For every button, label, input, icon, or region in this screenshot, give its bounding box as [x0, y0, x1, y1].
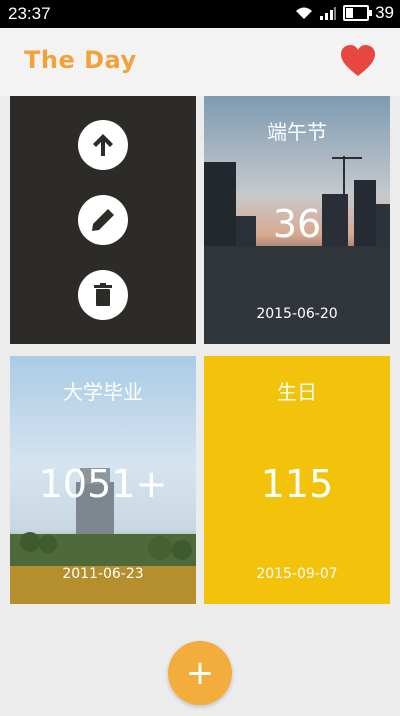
card-title: 生日: [277, 380, 317, 404]
app-bar: The Day: [0, 28, 400, 96]
day-card-birthday[interactable]: 生日 115 2015-09-07: [204, 356, 390, 604]
status-time: 23:37: [8, 4, 51, 23]
day-card-actions[interactable]: [10, 96, 196, 344]
card-title: 端午节: [267, 120, 327, 144]
edit-button[interactable]: [78, 195, 128, 245]
delete-icon: [94, 283, 112, 306]
favorite-button[interactable]: [340, 44, 376, 78]
wifi-icon: [296, 7, 313, 19]
battery-level: 39: [375, 3, 394, 22]
card-day-count: 115: [260, 462, 334, 506]
battery-icon: [343, 5, 373, 21]
card-date: 2015-06-20: [256, 306, 338, 322]
signal-icon: [320, 7, 337, 20]
card-day-count: 1051+: [38, 462, 168, 506]
card-date: 2011-06-23: [62, 566, 144, 582]
day-card-dragon-boat[interactable]: 端午节 36 2015-06-20: [204, 96, 390, 344]
add-day-button[interactable]: +: [168, 641, 232, 705]
app-title: The Day: [24, 46, 137, 74]
delete-button[interactable]: [78, 270, 128, 320]
status-bar: 23:37 39: [0, 0, 400, 28]
card-title: 大学毕业: [63, 380, 143, 404]
day-card-graduation[interactable]: 大学毕业 1051+ 2011-06-23: [10, 356, 196, 604]
heart-icon: [341, 45, 375, 76]
status-icons: 39: [295, 3, 394, 23]
edit-icon: [92, 209, 114, 231]
move-up-button[interactable]: [78, 120, 128, 170]
card-date: 2015-09-07: [256, 566, 338, 582]
upload-icon: [93, 134, 113, 156]
card-day-count: 36: [272, 202, 322, 246]
